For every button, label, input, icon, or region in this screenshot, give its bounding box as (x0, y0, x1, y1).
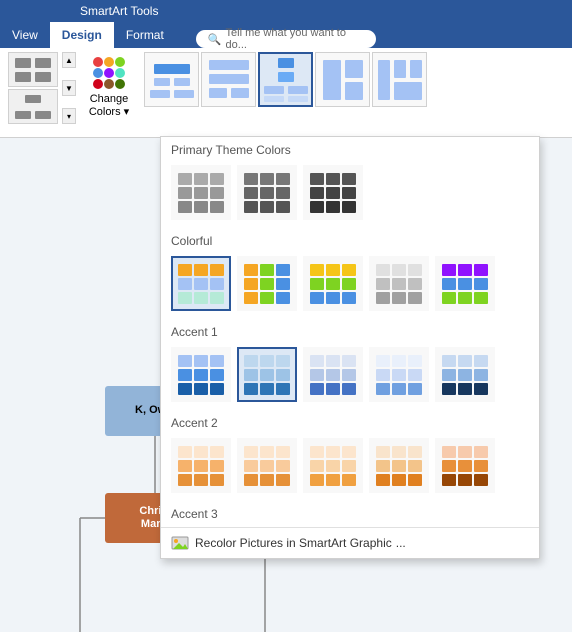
section-accent2-header: Accent 2 (161, 410, 539, 434)
tab-design[interactable]: Design (50, 22, 114, 48)
colorful-item-5[interactable] (435, 256, 495, 311)
tab-view[interactable]: View (0, 22, 50, 48)
layout-thumbnails: ▲ ▼ ▾ (8, 52, 76, 124)
cc-red (93, 57, 103, 67)
section-primary-header: Primary Theme Colors (161, 137, 539, 161)
primary-item-1[interactable] (171, 165, 231, 220)
cc-blue (93, 68, 103, 78)
accent1-color-grid (161, 343, 539, 410)
tell-me-input[interactable]: 🔍 Tell me what you want to do... (196, 30, 376, 48)
recolor-pictures-button[interactable]: Recolor Pictures in SmartArt Graphic ... (161, 527, 539, 558)
accent2-color-grid (161, 434, 539, 501)
search-icon: 🔍 (208, 33, 222, 46)
section-accent1-header: Accent 1 (161, 319, 539, 343)
title-bar: SmartArt Tools (0, 0, 572, 22)
recolor-icon (171, 534, 189, 552)
layout-thumb-5[interactable] (372, 52, 427, 107)
change-colors-label: ChangeColors ▾ (89, 93, 129, 119)
layout-thumb-4[interactable] (315, 52, 370, 107)
cc-darkred (93, 79, 103, 89)
layout-thumb-3[interactable] (258, 52, 313, 107)
primary-item-3[interactable] (303, 165, 363, 220)
ribbon-content: ▲ ▼ ▾ ChangeColors ▾ (0, 48, 572, 138)
cc-orange (104, 57, 114, 67)
recolor-pictures-label: Recolor Pictures in SmartArt Graphic (195, 536, 392, 550)
colorful-color-grid (161, 252, 539, 319)
ribbon-tabs: View Design Format 🔍 Tell me what you wa… (0, 22, 572, 48)
accent2-item-1[interactable] (171, 438, 231, 493)
colorful-item-4[interactable] (369, 256, 429, 311)
scroll-expand-arrow[interactable]: ▾ (62, 108, 76, 124)
cc-green (115, 57, 125, 67)
accent1-item-4[interactable] (369, 347, 429, 402)
layout-thumb-small-2[interactable] (8, 89, 58, 124)
section-accent3-header: Accent 3 (161, 501, 539, 525)
accent1-item-1[interactable] (171, 347, 231, 402)
color-dropdown-panel: Primary Theme Colors (160, 136, 540, 559)
change-colors-button[interactable]: ChangeColors ▾ (80, 52, 138, 124)
smartart-layout-thumbnails (144, 52, 427, 107)
tab-format[interactable]: Format (114, 22, 176, 48)
color-circles-grid (93, 57, 125, 89)
layout-thumb-small-1[interactable] (8, 52, 58, 87)
scroll-up-arrow[interactable]: ▲ (62, 52, 76, 68)
primary-color-grid (161, 161, 539, 228)
panel-scroll-area[interactable]: Primary Theme Colors (161, 137, 539, 527)
dots-label: ... (396, 536, 406, 550)
accent2-item-3[interactable] (303, 438, 363, 493)
accent2-item-5[interactable] (435, 438, 495, 493)
accent1-item-5[interactable] (435, 347, 495, 402)
accent2-item-4[interactable] (369, 438, 429, 493)
accent2-item-2[interactable] (237, 438, 297, 493)
layout-thumb-2[interactable] (201, 52, 256, 107)
scroll-down-arrow[interactable]: ▼ (62, 80, 76, 96)
colorful-item-1[interactable] (171, 256, 231, 311)
accent1-item-3[interactable] (303, 347, 363, 402)
cc-brown (104, 79, 114, 89)
accent1-item-2[interactable] (237, 347, 297, 402)
primary-item-2[interactable] (237, 165, 297, 220)
cc-purple (104, 68, 114, 78)
title-bar-label: SmartArt Tools (80, 4, 158, 18)
cc-teal (115, 68, 125, 78)
section-colorful-header: Colorful (161, 228, 539, 252)
layout-thumb-1[interactable] (144, 52, 199, 107)
colorful-item-2[interactable] (237, 256, 297, 311)
ribbon-scroll-arrows: ▲ ▼ ▾ (62, 52, 76, 124)
cc-darkgreen (115, 79, 125, 89)
colorful-item-3[interactable] (303, 256, 363, 311)
